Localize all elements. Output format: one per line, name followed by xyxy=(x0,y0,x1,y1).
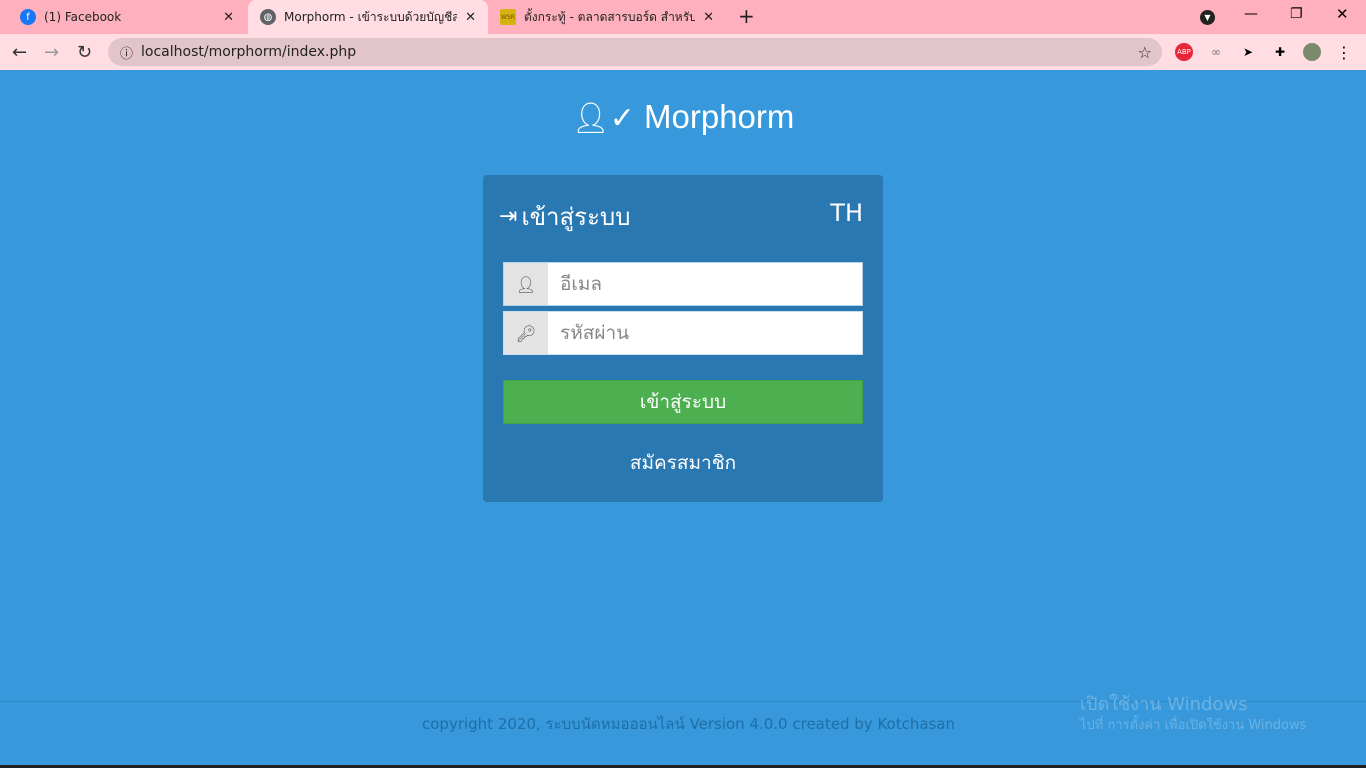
cursor-extension-icon[interactable]: ➤ xyxy=(1239,43,1257,61)
user-icon: 👤︎ xyxy=(504,263,548,305)
menu-icon[interactable]: ⋮ xyxy=(1335,43,1353,62)
copyright-text: copyright 2020, ระบบนัดหมอออนไลน์ Versio… xyxy=(422,715,956,733)
tab-morphorm[interactable]: ◍ Morphorm - เข้าระบบด้วยบัญชีสมาชิก ✕ xyxy=(248,0,488,34)
email-field: 👤︎ xyxy=(503,262,863,306)
close-tab-icon[interactable]: ✕ xyxy=(465,10,476,25)
register-link[interactable]: สมัครสมาชิก xyxy=(483,448,883,478)
close-tab-icon[interactable]: ✕ xyxy=(703,10,714,25)
password-input[interactable] xyxy=(548,312,862,354)
adblock-icon[interactable]: ABP xyxy=(1175,43,1193,61)
extensions-puzzle-icon[interactable]: ✚ xyxy=(1271,43,1289,61)
tab-title: ตั้งกระทู้ - ตลาดสารบอร์ด สำหรับติดต่อสื… xyxy=(524,9,696,24)
tab-title: (1) Facebook xyxy=(44,10,122,24)
tab-search-icon[interactable]: ▼ xyxy=(1200,10,1215,25)
restore-button[interactable]: ❐ xyxy=(1290,6,1303,22)
login-heading: ⇥ เข้าสู่ระบบ xyxy=(499,197,630,236)
facebook-icon: f xyxy=(20,9,36,25)
login-title: เข้าสู่ระบบ xyxy=(521,203,631,231)
bookmark-star-icon[interactable]: ☆ xyxy=(1138,43,1152,62)
sign-in-icon: ⇥ xyxy=(499,204,518,229)
windows-activation-subtitle: ไปที่ การตั้งค่า เพื่อเปิดใช้งาน Windows xyxy=(1080,718,1307,733)
url-text: localhost/morphorm/index.php xyxy=(141,44,357,60)
back-button[interactable]: ← xyxy=(12,42,27,63)
address-bar[interactable]: ⓘ localhost/morphorm/index.php ☆ xyxy=(108,38,1162,66)
info-icon: ⓘ xyxy=(120,46,134,62)
minimize-button[interactable]: — xyxy=(1244,6,1258,22)
profile-avatar[interactable] xyxy=(1303,43,1321,61)
app-logo: 👤︎✓ Morphorm xyxy=(0,98,1366,136)
key-icon: 🔑︎ xyxy=(504,312,548,354)
tab-title: Morphorm - เข้าระบบด้วยบัญชีสมาชิก xyxy=(284,9,458,24)
extension-icon[interactable]: ∞ xyxy=(1207,43,1225,61)
user-check-icon: 👤︎✓ xyxy=(571,102,635,135)
close-tab-icon[interactable]: ✕ xyxy=(223,10,234,25)
app-name: Morphorm xyxy=(644,98,795,135)
wsr-icon: WSR xyxy=(500,9,516,25)
tab-wsr[interactable]: WSR ตั้งกระทู้ - ตลาดสารบอร์ด สำหรับติดต… xyxy=(488,0,726,34)
reload-button[interactable]: ↻ xyxy=(77,42,92,63)
login-card: ⇥ เข้าสู่ระบบ TH 👤︎ 🔑︎ เข้าสู่ระบบ สมัคร… xyxy=(483,175,883,502)
login-button[interactable]: เข้าสู่ระบบ xyxy=(503,380,863,424)
new-tab-button[interactable]: + xyxy=(738,4,755,28)
email-input[interactable] xyxy=(548,263,862,305)
browser-toolbar: ← → ↻ ⓘ localhost/morphorm/index.php ☆ A… xyxy=(0,34,1366,70)
tab-facebook[interactable]: f (1) Facebook ✕ xyxy=(8,0,246,34)
globe-icon: ◍ xyxy=(260,9,276,25)
close-window-button[interactable]: ✕ xyxy=(1336,5,1349,23)
forward-button[interactable]: → xyxy=(44,42,59,63)
password-field: 🔑︎ xyxy=(503,311,863,355)
language-switch[interactable]: TH xyxy=(830,199,863,227)
tab-strip: f (1) Facebook ✕ ◍ Morphorm - เข้าระบบด้… xyxy=(0,0,1366,34)
